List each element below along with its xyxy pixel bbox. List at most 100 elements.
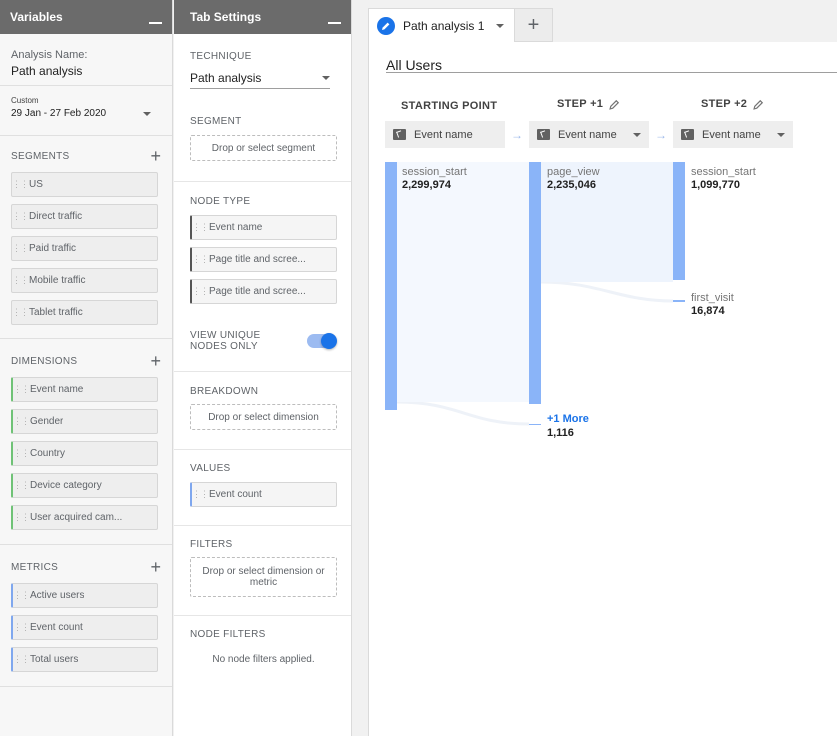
node-bar-page-view[interactable]	[529, 162, 541, 404]
drag-handle-icon: ⋮⋮	[13, 512, 30, 522]
segment-drop-zone[interactable]: Drop or select segment	[190, 135, 337, 161]
analysis-name-label: Analysis Name:	[11, 49, 88, 61]
toggle-knob	[321, 333, 337, 349]
node-value: 2,299,974	[402, 179, 451, 191]
chevron-down-icon[interactable]	[496, 23, 505, 28]
date-preset: Custom	[11, 96, 39, 105]
values-chip[interactable]: ⋮⋮ Event count	[190, 482, 337, 507]
node-bar-session-start-step2[interactable]	[673, 162, 685, 280]
node-label: page_view	[547, 166, 600, 178]
segment-chip[interactable]: ⋮⋮ US	[11, 172, 158, 197]
technique-value: Path analysis	[190, 70, 262, 85]
segment-chip[interactable]: ⋮⋮ Direct traffic	[11, 204, 158, 229]
drag-handle-icon: ⋮⋮	[12, 179, 29, 189]
drag-handle-icon: ⋮⋮	[12, 275, 29, 285]
chevron-down-icon	[322, 75, 330, 80]
minimize-variables-button[interactable]	[149, 14, 162, 24]
chevron-down-icon	[143, 111, 151, 116]
drag-handle-icon: ⋮⋮	[13, 416, 30, 426]
add-dimension-button[interactable]: +	[150, 352, 161, 370]
node-type-chip[interactable]: ⋮⋮ Page title and scree...	[190, 279, 337, 304]
metric-chip[interactable]: ⋮⋮ Total users	[11, 647, 158, 672]
drag-handle-icon: ⋮⋮	[13, 384, 30, 394]
tab-label: Path analysis 1	[403, 18, 485, 33]
drag-handle-icon: ⋮⋮	[192, 254, 209, 264]
metrics-title: METRICS	[11, 561, 59, 573]
variables-title: Variables	[10, 10, 63, 24]
dimension-chip[interactable]: ⋮⋮ User acquired cam...	[11, 505, 158, 530]
tab-settings-title: Tab Settings	[190, 10, 262, 24]
segment-chip[interactable]: ⋮⋮ Tablet traffic	[11, 300, 158, 325]
date-range-picker[interactable]: 29 Jan - 27 Feb 2020	[11, 108, 161, 119]
drag-handle-icon: ⋮⋮	[12, 211, 29, 221]
node-label: session_start	[691, 166, 756, 178]
segments-list: ⋮⋮ US ⋮⋮ Direct traffic ⋮⋮ Paid traffic ⋮⋮ M…	[11, 172, 161, 325]
breakdown-label: BREAKDOWN	[190, 386, 259, 397]
technique-label: TECHNIQUE	[190, 51, 252, 62]
drag-handle-icon: ⋮⋮	[12, 307, 29, 317]
dimension-chip[interactable]: ⋮⋮ Device category	[11, 473, 158, 498]
minimize-settings-button[interactable]	[328, 14, 341, 24]
dimensions-title: DIMENSIONS	[11, 355, 78, 367]
tab-path-analysis[interactable]: Path analysis 1	[368, 8, 515, 42]
node-bar-first-visit[interactable]	[673, 300, 685, 302]
metrics-list: ⋮⋮ Active users ⋮⋮ Event count ⋮⋮ Total use…	[11, 583, 161, 672]
node-filters-text: No node filters applied.	[212, 654, 315, 665]
drag-handle-icon: ⋮⋮	[192, 489, 209, 499]
unique-nodes-label: VIEW UNIQUE NODES ONLY	[190, 330, 261, 352]
unique-nodes-toggle[interactable]	[307, 333, 337, 349]
node-label: first_visit	[691, 292, 734, 304]
node-type-list: ⋮⋮ Event name ⋮⋮ Page title and scree... ⋮…	[190, 215, 337, 304]
flow-link	[540, 280, 674, 303]
drag-handle-icon: ⋮⋮	[13, 448, 30, 458]
node-value: 16,874	[691, 305, 725, 317]
flow-connectors	[396, 162, 674, 426]
more-nodes-link[interactable]: +1 More	[547, 413, 589, 425]
flow-link	[397, 162, 529, 402]
variables-panel: Variables Analysis Name: Path analysis C…	[0, 0, 173, 736]
drag-handle-icon: ⋮⋮	[13, 480, 30, 490]
filters-label: FILTERS	[190, 539, 233, 550]
drag-handle-icon: ⋮⋮	[12, 243, 29, 253]
technique-select[interactable]: Path analysis	[190, 67, 330, 89]
tab-settings-header: Tab Settings	[174, 0, 351, 34]
node-bar-session-start[interactable]	[385, 162, 397, 410]
segment-chip[interactable]: ⋮⋮ Mobile traffic	[11, 268, 158, 293]
dimension-chip[interactable]: ⋮⋮ Event name	[11, 377, 158, 402]
metric-chip[interactable]: ⋮⋮ Event count	[11, 615, 158, 640]
node-value: 1,099,770	[691, 179, 740, 191]
metric-chip[interactable]: ⋮⋮ Active users	[11, 583, 158, 608]
dimension-chip[interactable]: ⋮⋮ Country	[11, 441, 158, 466]
drag-handle-icon: ⋮⋮	[13, 622, 30, 632]
node-filters-label: NODE FILTERS	[190, 629, 266, 640]
node-type-chip[interactable]: ⋮⋮ Page title and scree...	[190, 247, 337, 272]
drag-handle-icon: ⋮⋮	[13, 654, 30, 664]
drag-handle-icon: ⋮⋮	[192, 222, 209, 232]
segment-chip[interactable]: ⋮⋮ Paid traffic	[11, 236, 158, 261]
drag-handle-icon: ⋮⋮	[192, 286, 209, 296]
drag-handle-icon: ⋮⋮	[13, 590, 30, 600]
path-exploration: All Users STARTING POINT STEP +1 STEP +2…	[368, 42, 837, 736]
variables-header: Variables	[0, 0, 172, 34]
add-segment-button[interactable]: +	[150, 147, 161, 165]
analysis-name-input[interactable]: Path analysis	[11, 64, 161, 78]
tab-bar: Path analysis 1 +	[368, 8, 553, 42]
node-type-label: NODE TYPE	[190, 196, 251, 207]
breakdown-drop-zone[interactable]: Drop or select dimension	[190, 404, 337, 430]
node-label: session_start	[402, 166, 467, 178]
filters-drop-zone[interactable]: Drop or select dimension or metric	[190, 557, 337, 597]
tab-settings-panel: Tab Settings TECHNIQUE Path analysis SEG…	[174, 0, 352, 736]
segments-title: SEGMENTS	[11, 150, 70, 162]
dimensions-list: ⋮⋮ Event name ⋮⋮ Gender ⋮⋮ Country ⋮⋮ Device…	[11, 377, 161, 530]
flow-link	[396, 400, 530, 426]
date-range-value: 29 Jan - 27 Feb 2020	[11, 108, 107, 119]
node-type-chip[interactable]: ⋮⋮ Event name	[190, 215, 337, 240]
segment-label: SEGMENT	[190, 116, 242, 127]
canvas-area: Path analysis 1 + All Users STARTING POI…	[353, 0, 837, 736]
node-value: 1,116	[547, 427, 574, 439]
add-metric-button[interactable]: +	[150, 558, 161, 576]
dimension-chip[interactable]: ⋮⋮ Gender	[11, 409, 158, 434]
node-bar-more[interactable]	[529, 424, 541, 425]
values-label: VALUES	[190, 463, 231, 474]
add-tab-button[interactable]: +	[515, 8, 553, 42]
